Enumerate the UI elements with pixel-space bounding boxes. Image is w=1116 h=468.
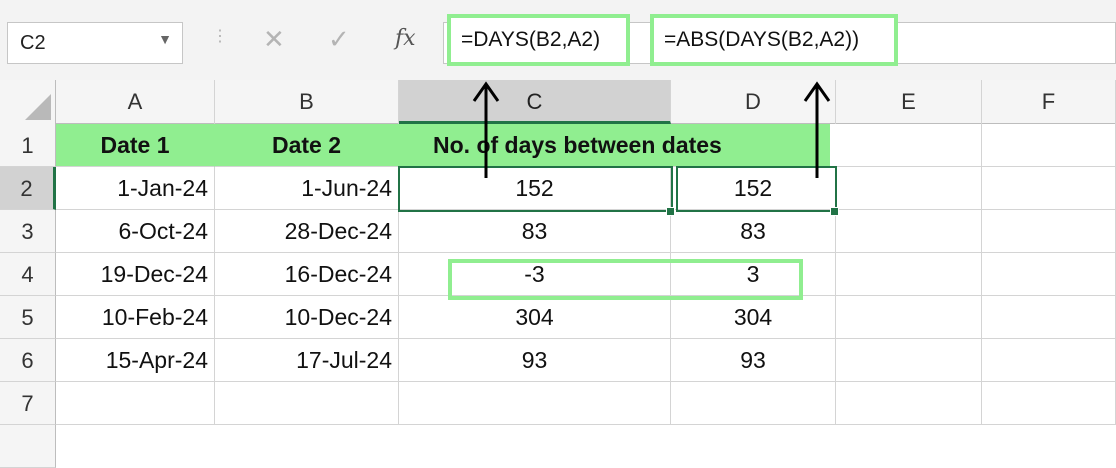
- annotation-arrows: [472, 81, 831, 178]
- arrow-d2-to-abs-formula: [803, 81, 831, 178]
- arrow-c2-to-days-formula: [472, 81, 500, 178]
